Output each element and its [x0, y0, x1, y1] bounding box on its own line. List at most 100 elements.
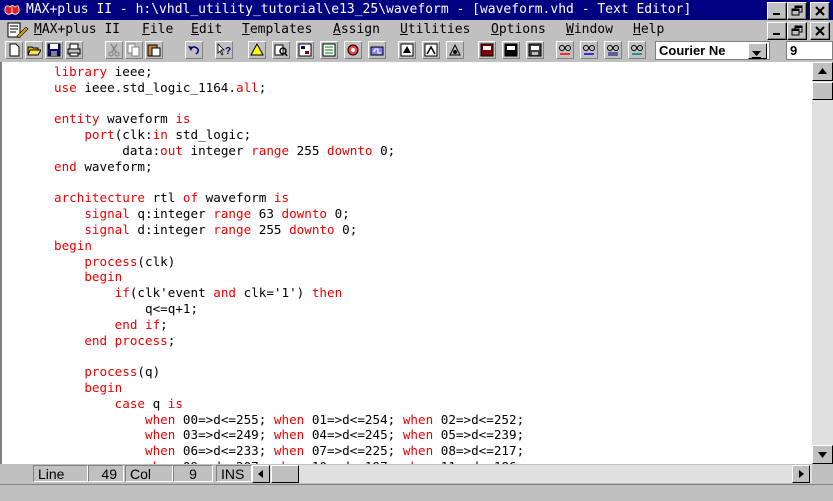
- code-line: signal d:integer range 255 downto 0;: [54, 222, 357, 238]
- code-keyword: when: [273, 443, 305, 459]
- menu-maxplus[interactable]: MAX+plus II: [34, 22, 120, 37]
- copy-button[interactable]: [125, 41, 143, 59]
- undo-button[interactable]: [185, 41, 203, 59]
- find-next-button[interactable]: [628, 41, 646, 59]
- cut-icon: [108, 43, 120, 57]
- code-line: case q is: [54, 396, 183, 412]
- doc-restore-button[interactable]: [787, 22, 807, 40]
- code-text: integer: [182, 143, 252, 158]
- code-keyword: begin: [84, 269, 123, 285]
- code-text: waveform: [99, 111, 176, 127]
- horizontal-scroll-thumb[interactable]: [271, 465, 299, 483]
- menu-file[interactable]: File: [142, 22, 173, 37]
- code-line: architecture rtl of waveform is: [54, 190, 289, 206]
- simulator-button[interactable]: [368, 41, 386, 59]
- menu-help[interactable]: Help: [633, 22, 664, 37]
- font-dropdown-button[interactable]: [748, 43, 767, 59]
- find-button[interactable]: [272, 41, 290, 59]
- horizontal-scrollbar[interactable]: [252, 465, 812, 483]
- project-timing-button[interactable]: [446, 41, 464, 59]
- window-title: MAX+plus II - h:\vhdl_utility_tutorial\e…: [26, 2, 692, 17]
- code-keyword: process: [84, 253, 138, 269]
- title-bar[interactable]: MAX+plus II - h:\vhdl_utility_tutorial\e…: [0, 0, 833, 20]
- project-save-button[interactable]: [478, 41, 496, 59]
- menu-window[interactable]: Window: [566, 22, 613, 37]
- open-file-button[interactable]: [25, 41, 43, 59]
- hierarchy-up-button[interactable]: [248, 41, 266, 59]
- find-node-button[interactable]: [604, 41, 622, 59]
- menu-edit[interactable]: Edit: [191, 22, 222, 37]
- cut-button[interactable]: [105, 41, 123, 59]
- compiler-button[interactable]: [344, 41, 362, 59]
- code-keyword: process: [84, 364, 138, 380]
- vertical-scroll-thumb[interactable]: [812, 82, 833, 100]
- menu-assign[interactable]: Assign: [333, 22, 380, 37]
- scroll-left-button[interactable]: [252, 465, 270, 483]
- menu-options[interactable]: Options: [491, 22, 546, 37]
- code-line: begin: [54, 380, 122, 396]
- code-keyword: is: [175, 111, 191, 127]
- replace-button[interactable]: [580, 41, 598, 59]
- code-keyword: when: [402, 443, 434, 459]
- code-line: begin: [54, 269, 122, 285]
- code-line: library ieee;: [54, 64, 153, 80]
- print-button[interactable]: [65, 41, 83, 59]
- minimize-button[interactable]: [767, 2, 787, 20]
- text-editor-area[interactable]: library ieee; use ieee.std_logic_1164.all…: [0, 62, 812, 464]
- search-text-button[interactable]: [556, 41, 574, 59]
- project-simulate-button[interactable]: [526, 41, 544, 59]
- maxplus-app-icon[interactable]: [3, 3, 21, 17]
- code-text: 08=>d<=217;: [433, 443, 525, 459]
- print-icon: [67, 43, 81, 57]
- close-button[interactable]: [810, 2, 830, 20]
- vertical-scrollbar[interactable]: [812, 62, 833, 464]
- menu-templates[interactable]: Templates: [242, 22, 312, 37]
- code-keyword: is: [167, 395, 183, 411]
- code-keyword: architecture: [54, 190, 145, 206]
- close-icon: [815, 6, 825, 16]
- context-help-icon: ?: [217, 43, 231, 57]
- arrow-down-icon: [818, 452, 827, 458]
- project-compile-button[interactable]: [502, 41, 520, 59]
- code-keyword: use: [54, 79, 77, 95]
- code-text: 0;: [334, 222, 358, 237]
- text-editor-doc-icon[interactable]: [5, 22, 29, 38]
- code-text: 04=>d<=245;: [304, 427, 403, 443]
- code-line: end if;: [54, 317, 168, 333]
- timing-analyzer-button[interactable]: [398, 41, 416, 59]
- floorplan-button[interactable]: [320, 41, 338, 59]
- font-size-select[interactable]: 9: [786, 41, 833, 60]
- paste-button[interactable]: [145, 41, 163, 59]
- hierarchy-display-button[interactable]: [296, 41, 314, 59]
- undo-icon: [188, 46, 199, 55]
- code-line: process(clk): [54, 254, 175, 270]
- scroll-up-button[interactable]: [812, 62, 833, 81]
- doc-minimize-button[interactable]: [767, 22, 787, 40]
- code-line: q<=q+1;: [54, 301, 198, 317]
- menu-utilities[interactable]: Utilities: [400, 22, 470, 37]
- restore-icon: [791, 5, 803, 16]
- code-line: when 00=>d<=255; when 01=>d<=254; when 0…: [54, 412, 524, 428]
- line-label: Line: [33, 465, 88, 482]
- restore-button[interactable]: [787, 2, 807, 20]
- code-text: 255: [251, 222, 290, 237]
- code-keyword: case: [114, 395, 146, 411]
- programmer-button[interactable]: [422, 41, 440, 59]
- new-file-button[interactable]: [5, 41, 23, 59]
- close-icon: [815, 26, 825, 36]
- scroll-right-button[interactable]: [792, 465, 810, 483]
- code-keyword: signal: [84, 206, 130, 222]
- context-help-button[interactable]: ?: [215, 41, 233, 59]
- save-button[interactable]: [45, 41, 63, 59]
- timing-analyzer-icon: [400, 43, 414, 57]
- code-text: q:integer: [129, 206, 214, 222]
- doc-close-button[interactable]: [810, 22, 830, 40]
- scroll-down-button[interactable]: [812, 445, 833, 464]
- code-keyword: range: [213, 206, 252, 222]
- insert-mode-indicator: INS: [216, 465, 252, 482]
